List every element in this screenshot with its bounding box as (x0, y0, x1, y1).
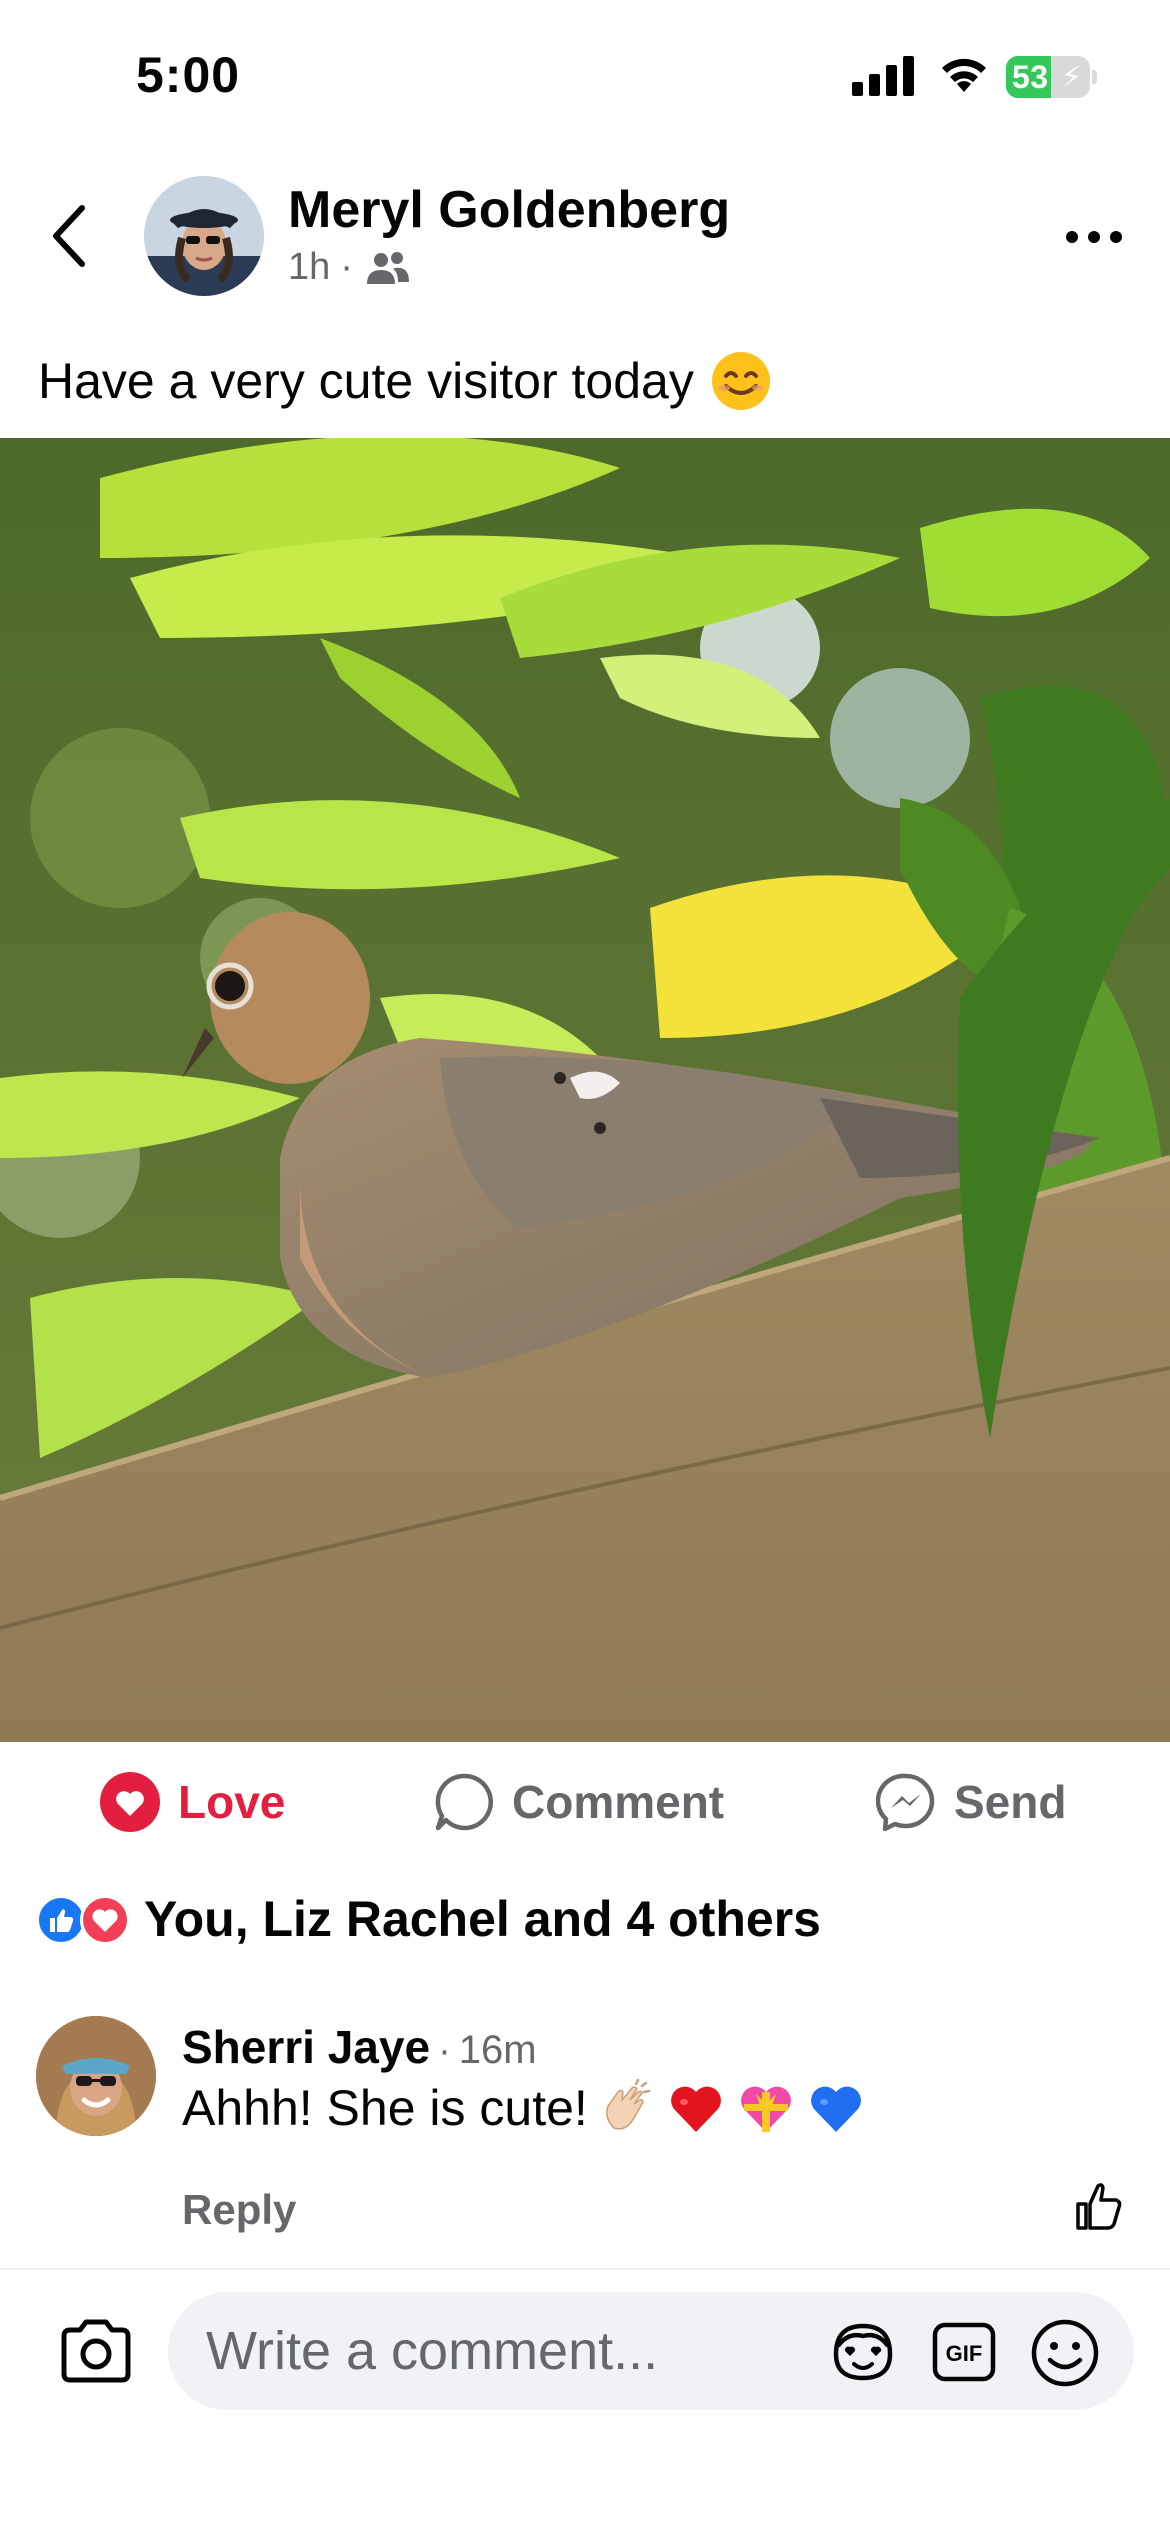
commenter-name[interactable]: Sherri Jaye (182, 2020, 430, 2074)
comment-button[interactable]: Comment (434, 1760, 724, 1844)
comment-body: Ahhh! She is cute! (182, 2078, 876, 2138)
battery-nub (1092, 70, 1097, 84)
post-photo[interactable] (0, 438, 1170, 1742)
meta-separator: · (340, 246, 353, 288)
author-avatar-image (144, 176, 264, 296)
post-text-content: Have a very cute visitor today (38, 353, 694, 409)
gif-icon[interactable]: GIF (932, 2322, 996, 2382)
comment-composer: GIF (168, 2292, 1134, 2410)
comment-emojis (596, 2078, 876, 2138)
red-heart-icon (670, 2086, 721, 2132)
photo-dove-on-fence (0, 438, 1170, 1742)
comment-separator: · (438, 2030, 451, 2072)
composer-divider (0, 2268, 1170, 2270)
camera-icon[interactable] (56, 2316, 136, 2386)
battery-percent: 53 (1012, 59, 1049, 95)
blue-heart-icon (810, 2086, 861, 2132)
comment-input[interactable] (206, 2292, 766, 2410)
smiling-face-icon (711, 352, 770, 410)
status-time: 5:00 (136, 47, 241, 103)
emoji-icon[interactable] (1030, 2318, 1100, 2388)
charging-bolt-icon: ⚡ (1060, 61, 1082, 94)
commenter-avatar-image (36, 2016, 156, 2136)
post-actions: Love Comment Send (0, 1760, 1170, 1844)
reaction-summary[interactable]: You, Liz Rachel and 4 others (36, 1890, 821, 1948)
comment-like-button[interactable] (1070, 2178, 1126, 2234)
status-bar: 5:00 53 ⚡ (0, 0, 1170, 150)
wifi-icon (942, 58, 986, 92)
comment-time: 16m (458, 2028, 537, 2072)
author-avatar[interactable] (144, 176, 264, 296)
battery-charging-icon: 53 ⚡ (1006, 56, 1090, 98)
avatar-sticker-icon[interactable] (828, 2320, 898, 2384)
send-button[interactable]: Send (876, 1760, 1066, 1844)
author-name[interactable]: Meryl Goldenberg (288, 180, 730, 240)
reaction-summary-text: You, Liz Rachel and 4 others (144, 1891, 821, 1947)
post-meta: 1h · (288, 246, 411, 289)
comment-button-label: Comment (512, 1776, 725, 1828)
send-button-label: Send (954, 1776, 1067, 1828)
love-button[interactable]: Love (100, 1760, 285, 1844)
messenger-icon (876, 1773, 935, 1832)
comment-text: Ahhh! She is cute! (182, 2080, 588, 2136)
friends-icon[interactable] (365, 250, 411, 286)
love-reaction-icon (80, 1895, 130, 1945)
heart-with-ribbon-icon (740, 2086, 791, 2132)
comment-header: Sherri Jaye · 16m (182, 2020, 537, 2074)
like-reaction-icon (36, 1895, 86, 1945)
clapping-hands-icon (605, 2078, 651, 2130)
post-text: Have a very cute visitor today (38, 350, 772, 412)
comment-bubble-icon (435, 1773, 493, 1831)
love-reaction-icon (100, 1772, 160, 1832)
more-options-button[interactable] (1064, 222, 1124, 252)
svg-text:GIF: GIF (946, 2341, 983, 2366)
post-time[interactable]: 1h (288, 246, 330, 289)
love-button-label: Love (178, 1776, 286, 1828)
commenter-avatar[interactable] (36, 2016, 156, 2136)
reaction-icons (36, 1891, 136, 1947)
back-button[interactable] (44, 200, 96, 272)
signal-icon (852, 56, 914, 96)
reply-button[interactable]: Reply (182, 2186, 296, 2234)
